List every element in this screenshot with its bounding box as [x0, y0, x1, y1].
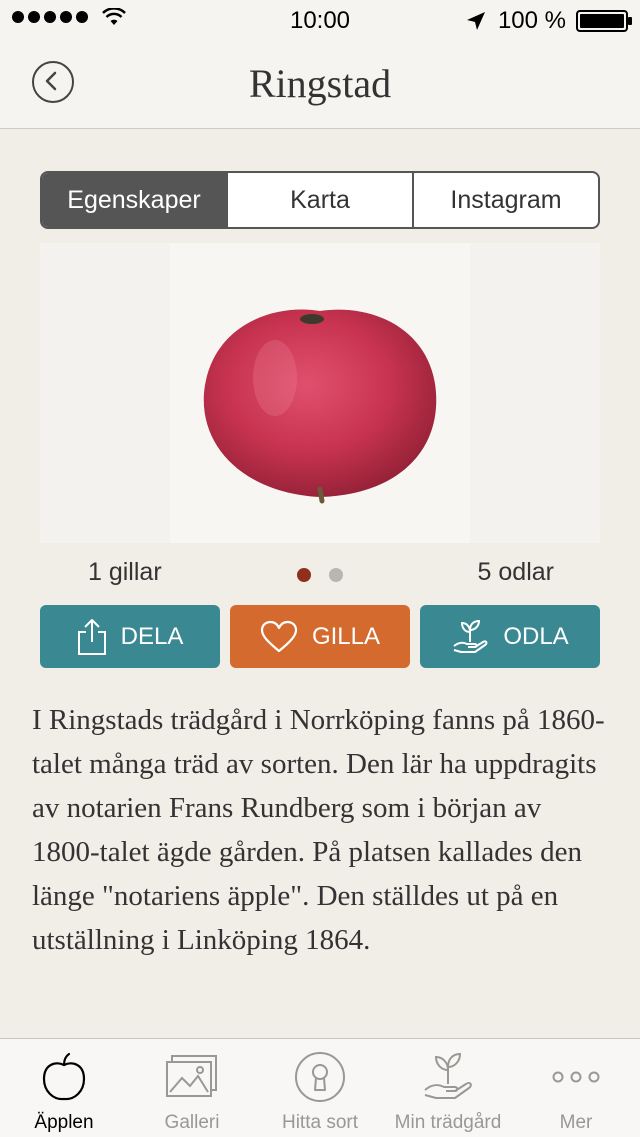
likes-count: 1 gillar [88, 558, 162, 586]
plant-hand-icon [424, 1052, 472, 1099]
more-dots-icon [552, 1071, 600, 1083]
tab-label: Min trädgård [394, 1112, 502, 1133]
tab-hitta-sort[interactable]: Hitta sort [256, 1039, 384, 1137]
page-dot-active [297, 568, 311, 582]
tab-instagram[interactable]: Instagram [412, 173, 598, 227]
share-icon [77, 618, 106, 655]
like-button[interactable]: GILLA [230, 605, 410, 668]
tab-label: Galleri [164, 1112, 220, 1133]
apple-icon [42, 1052, 86, 1101]
keyhole-icon [295, 1052, 345, 1102]
heart-icon [260, 620, 298, 652]
tab-applen[interactable]: Äpplen [0, 1039, 128, 1137]
tab-min-tradgard[interactable]: Min trädgård [384, 1039, 512, 1137]
action-buttons: DELA GILLA ODLA [40, 605, 600, 668]
grow-count: 5 odlar [477, 558, 554, 586]
location-arrow-icon [466, 12, 485, 30]
navigation-bar: Ringstad [0, 40, 640, 129]
share-button[interactable]: DELA [40, 605, 220, 668]
battery-icon [576, 10, 632, 32]
tab-bar: Äpplen Galleri Hitta sort Min trädgård M… [0, 1038, 640, 1137]
tab-mer[interactable]: Mer [512, 1039, 640, 1137]
status-bar: 10:00 100 % [0, 0, 640, 40]
page-indicator[interactable] [297, 568, 361, 582]
apple-image-carousel[interactable] [40, 243, 600, 543]
gallery-icon [166, 1055, 217, 1097]
plant-hand-icon [453, 619, 488, 653]
stats-row: 1 gillar 5 odlar [0, 558, 640, 594]
page-dot [329, 568, 343, 582]
apple-image-panel [170, 243, 470, 543]
like-label: GILLA [311, 622, 381, 650]
battery-percent: 100 % [497, 7, 566, 34]
share-label: DELA [120, 622, 184, 650]
tab-label: Äpplen [34, 1112, 94, 1133]
tab-galleri[interactable]: Galleri [128, 1039, 256, 1137]
variety-description: I Ringstads trädgård i Norrköping fanns … [32, 704, 605, 956]
apple-illustration [203, 309, 437, 504]
segmented-control: Egenskaper Karta Instagram [40, 171, 600, 229]
tab-egenskaper[interactable]: Egenskaper [42, 173, 226, 227]
tab-label: Hitta sort [281, 1112, 359, 1133]
grow-button[interactable]: ODLA [420, 605, 600, 668]
page-title: Ringstad [248, 61, 392, 106]
battery-fill [580, 14, 624, 28]
tab-karta[interactable]: Karta [226, 173, 412, 227]
grow-label: ODLA [503, 622, 569, 650]
tab-label: Mer [559, 1112, 593, 1133]
